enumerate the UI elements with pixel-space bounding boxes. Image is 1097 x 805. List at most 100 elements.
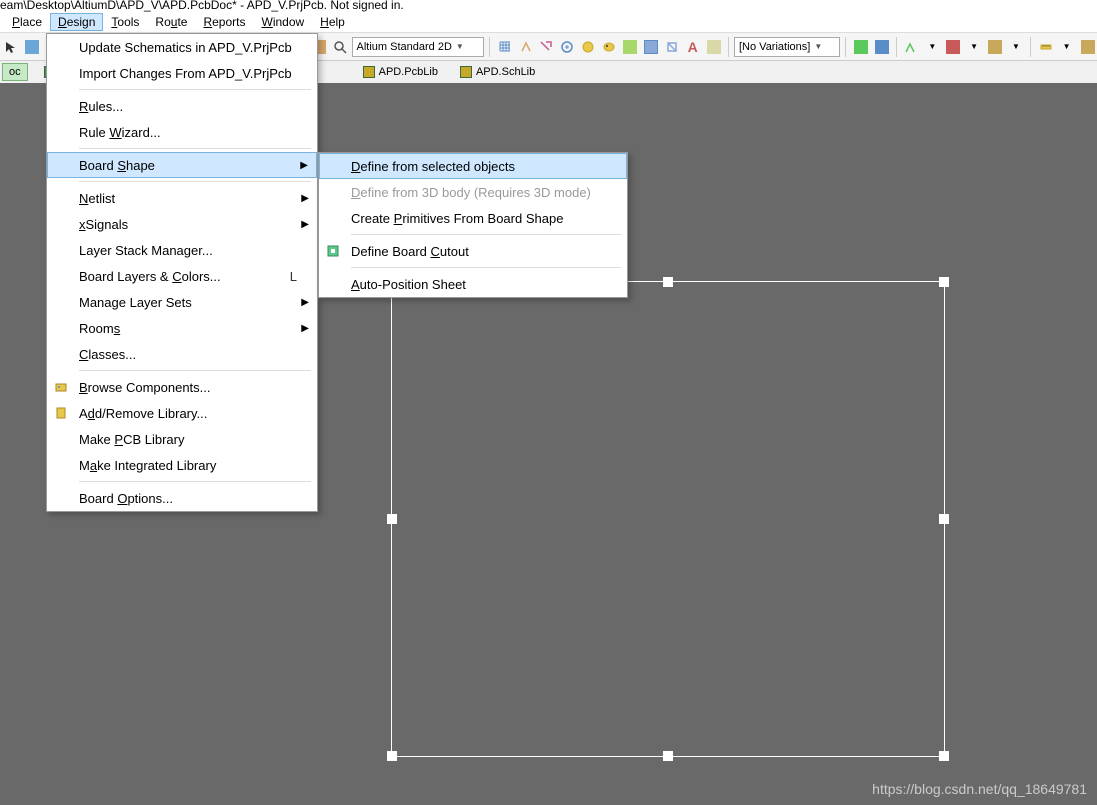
cutout-icon bbox=[325, 243, 341, 259]
chevron-down-icon: ▼ bbox=[456, 42, 464, 51]
tab-active-doc[interactable]: oc bbox=[2, 63, 28, 81]
schlib-file-icon bbox=[460, 66, 472, 78]
menu-rules[interactable]: Rules... bbox=[47, 93, 317, 119]
separator bbox=[79, 481, 311, 482]
chevron-down-icon: ▼ bbox=[814, 42, 822, 51]
shortcut-label: L bbox=[290, 269, 297, 284]
arrow-right-icon: ▶ bbox=[301, 193, 309, 204]
separator bbox=[896, 37, 897, 57]
view-mode-select[interactable]: Altium Standard 2D ▼ bbox=[352, 37, 485, 57]
tool-icon[interactable] bbox=[621, 37, 640, 57]
menu-netlist[interactable]: Netlist ▶ bbox=[47, 185, 317, 211]
tool-icon[interactable] bbox=[516, 37, 535, 57]
separator bbox=[1030, 37, 1031, 57]
tool-icon[interactable] bbox=[579, 37, 598, 57]
separator bbox=[845, 37, 846, 57]
menu-design[interactable]: Design bbox=[50, 13, 103, 31]
tool-icon[interactable] bbox=[642, 37, 661, 57]
watermark: https://blog.csdn.net/qq_18649781 bbox=[872, 781, 1087, 797]
search-icon[interactable] bbox=[331, 37, 350, 57]
tool-icon[interactable] bbox=[986, 37, 1005, 57]
tool-icon[interactable] bbox=[662, 37, 681, 57]
menu-board-shape[interactable]: Board Shape ▶ bbox=[47, 152, 317, 178]
separator bbox=[79, 181, 311, 182]
handle-ml[interactable] bbox=[387, 514, 397, 524]
menu-help[interactable]: Help bbox=[312, 13, 353, 31]
menu-update-schematics[interactable]: Update Schematics in APD_V.PrjPcb bbox=[47, 34, 317, 60]
text-tool-icon[interactable]: A bbox=[683, 37, 702, 57]
menu-tools[interactable]: Tools bbox=[103, 13, 147, 31]
menu-rooms[interactable]: Rooms ▶ bbox=[47, 315, 317, 341]
separator bbox=[351, 267, 621, 268]
separator bbox=[489, 37, 490, 57]
design-dropdown: Update Schematics in APD_V.PrjPcb Import… bbox=[46, 33, 318, 512]
handle-bm[interactable] bbox=[663, 751, 673, 761]
submenu-create-primitives[interactable]: Create Primitives From Board Shape bbox=[319, 205, 627, 231]
arrow-right-icon: ▶ bbox=[301, 323, 309, 334]
pcblib-file-icon bbox=[363, 66, 375, 78]
menu-xsignals[interactable]: xSignals ▶ bbox=[47, 211, 317, 237]
dropdown-icon[interactable]: ▼ bbox=[923, 37, 942, 57]
variations-label: [No Variations] bbox=[739, 41, 810, 53]
dropdown-icon[interactable]: ▼ bbox=[965, 37, 984, 57]
submenu-define-cutout[interactable]: Define Board Cutout bbox=[319, 238, 627, 264]
handle-mr[interactable] bbox=[939, 514, 949, 524]
tab-label: oc bbox=[9, 66, 21, 78]
submenu-define-from-selected[interactable]: Define from selected objects bbox=[319, 153, 627, 179]
menu-layer-stack[interactable]: Layer Stack Manager... bbox=[47, 237, 317, 263]
menu-rule-wizard[interactable]: Rule Wizard... bbox=[47, 119, 317, 145]
tool-icon[interactable] bbox=[600, 37, 619, 57]
arrow-right-icon: ▶ bbox=[301, 219, 309, 230]
tool-cursor-icon[interactable] bbox=[2, 37, 21, 57]
dropdown-icon[interactable]: ▼ bbox=[1006, 37, 1025, 57]
menu-add-remove-library[interactable]: Add/Remove Library... bbox=[47, 400, 317, 426]
tab-pcblib[interactable]: APD.PcbLib bbox=[357, 64, 444, 80]
tool-icon[interactable] bbox=[23, 37, 42, 57]
tool-icon[interactable] bbox=[704, 37, 723, 57]
tool-icon[interactable] bbox=[872, 37, 891, 57]
tool-icon[interactable] bbox=[558, 37, 577, 57]
board-outline[interactable] bbox=[391, 281, 945, 757]
handle-bl[interactable] bbox=[387, 751, 397, 761]
board-shape-submenu: Define from selected objects Define from… bbox=[318, 152, 628, 298]
menu-board-options[interactable]: Board Options... bbox=[47, 485, 317, 511]
menu-browse-components[interactable]: Browse Components... bbox=[47, 374, 317, 400]
tool-icon[interactable] bbox=[902, 37, 921, 57]
tab-label: APD.PcbLib bbox=[379, 66, 438, 78]
menu-import-changes[interactable]: Import Changes From APD_V.PrjPcb bbox=[47, 60, 317, 86]
menu-place[interactable]: Place bbox=[4, 13, 50, 31]
handle-tr[interactable] bbox=[939, 277, 949, 287]
ruler-icon[interactable] bbox=[1036, 37, 1055, 57]
submenu-define-from-3d: Define from 3D body (Requires 3D mode) bbox=[319, 179, 627, 205]
submenu-auto-position[interactable]: Auto-Position Sheet bbox=[319, 271, 627, 297]
separator bbox=[79, 148, 311, 149]
tool-icon[interactable] bbox=[851, 37, 870, 57]
tab-schlib[interactable]: APD.SchLib bbox=[454, 64, 541, 80]
arrow-right-icon: ▶ bbox=[301, 297, 309, 308]
handle-tm[interactable] bbox=[663, 277, 673, 287]
menu-route[interactable]: Route bbox=[147, 13, 195, 31]
menu-make-pcb-library[interactable]: Make PCB Library bbox=[47, 426, 317, 452]
dropdown-icon[interactable]: ▼ bbox=[1057, 37, 1076, 57]
menu-board-layers[interactable]: Board Layers & Colors... L bbox=[47, 263, 317, 289]
separator bbox=[79, 89, 311, 90]
tool-icon[interactable] bbox=[537, 37, 556, 57]
tool-icon[interactable] bbox=[944, 37, 963, 57]
menu-reports[interactable]: Reports bbox=[195, 13, 253, 31]
view-mode-label: Altium Standard 2D bbox=[357, 41, 452, 53]
menu-classes[interactable]: Classes... bbox=[47, 341, 317, 367]
menu-manage-layer-sets[interactable]: Manage Layer Sets ▶ bbox=[47, 289, 317, 315]
separator bbox=[79, 370, 311, 371]
components-icon bbox=[53, 379, 69, 395]
separator bbox=[728, 37, 729, 57]
library-icon bbox=[53, 405, 69, 421]
menubar: Place Design Tools Route Reports Window … bbox=[0, 12, 1097, 33]
variations-select[interactable]: [No Variations] ▼ bbox=[734, 37, 840, 57]
arrow-right-icon: ▶ bbox=[300, 160, 308, 171]
tool-icon[interactable] bbox=[495, 37, 514, 57]
tool-icon[interactable] bbox=[1078, 37, 1097, 57]
menu-make-integrated-library[interactable]: Make Integrated Library bbox=[47, 452, 317, 478]
tab-label: APD.SchLib bbox=[476, 66, 535, 78]
handle-br[interactable] bbox=[939, 751, 949, 761]
menu-window[interactable]: Window bbox=[253, 13, 312, 31]
